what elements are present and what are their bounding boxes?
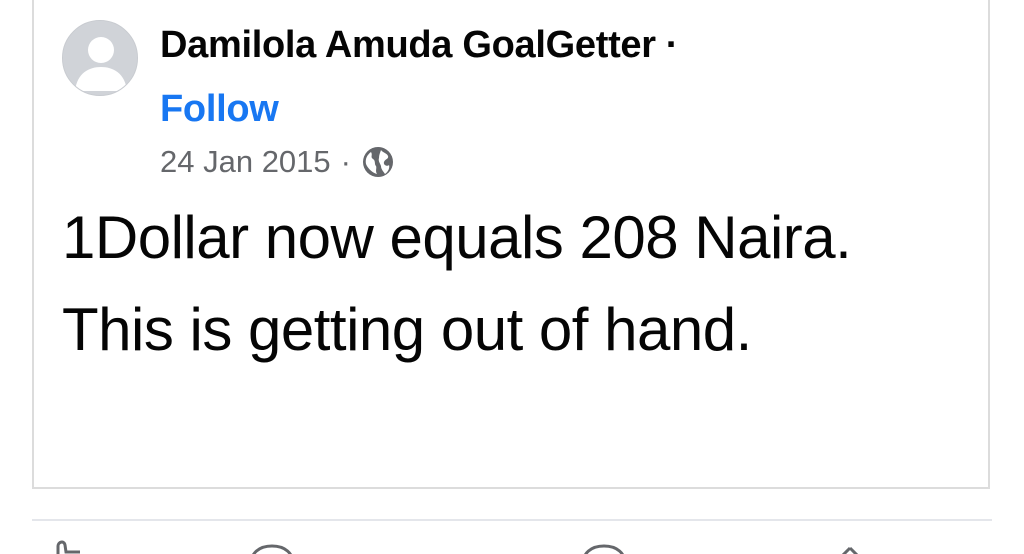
author-line: Damilola Amuda GoalGetter ·	[160, 24, 678, 67]
follow-button[interactable]: Follow	[160, 88, 279, 131]
avatar[interactable]	[62, 20, 138, 96]
post-date[interactable]: 24 Jan 2015	[160, 144, 331, 180]
post-meta: 24 Jan 2015 ·	[160, 144, 395, 180]
post-body-text: 1Dollar now equals 208 Naira. This is ge…	[62, 204, 852, 363]
share-icon[interactable]	[820, 538, 880, 554]
action-bar	[0, 528, 1024, 554]
author-separator: ·	[665, 24, 679, 66]
meta-separator: ·	[340, 144, 351, 179]
post-card: Damilola Amuda GoalGetter · Follow 24 Jan…	[32, 0, 990, 489]
author-name[interactable]: Damilola Amuda GoalGetter	[160, 24, 656, 66]
page: Damilola Amuda GoalGetter · Follow 24 Jan…	[0, 0, 1024, 554]
default-avatar-icon	[63, 21, 137, 95]
divider	[32, 519, 992, 521]
comment-icon[interactable]	[246, 538, 306, 554]
like-icon[interactable]	[42, 538, 102, 554]
globe-icon	[361, 145, 395, 179]
whatsapp-icon[interactable]	[578, 538, 638, 554]
